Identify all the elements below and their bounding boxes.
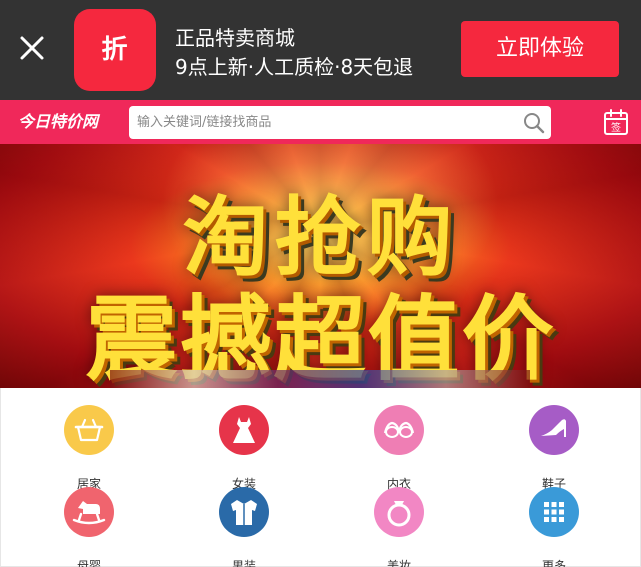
category-womens[interactable]: 女装 xyxy=(194,405,294,491)
high-heel-icon xyxy=(529,405,579,455)
category-grid: 居家 女装 内衣 鞋子 母婴 男装 美妆 更多 xyxy=(0,388,641,567)
site-logo[interactable]: 今日特价网 xyxy=(18,100,98,144)
close-icon xyxy=(20,36,44,60)
promo-products-strip xyxy=(110,370,530,388)
category-label: 男装 xyxy=(231,559,256,567)
app-description: 正品特卖商城 9点上新·人工质检·8天包退 xyxy=(175,24,413,82)
app-download-banner: 折800 正品特卖商城 9点上新·人工质检·8天包退 立即体验 xyxy=(0,0,641,147)
dress-icon xyxy=(219,405,269,455)
calendar-icon-label: 签 xyxy=(611,121,621,134)
basket-icon xyxy=(64,405,114,455)
site-header: 今日特价网 签 xyxy=(0,100,641,144)
category-beauty[interactable]: 美妆 xyxy=(349,487,449,567)
category-lingerie[interactable]: 内衣 xyxy=(349,405,449,491)
grid-more-icon xyxy=(529,487,579,537)
category-more[interactable]: 更多 xyxy=(504,487,604,567)
category-label: 更多 xyxy=(541,559,566,567)
app-tagline: 正品特卖商城 xyxy=(175,26,295,50)
promo-banner[interactable]: 淘抢购 震撼超值价 xyxy=(0,144,641,388)
calendar-icon[interactable]: 签 xyxy=(603,108,629,136)
category-shoes[interactable]: 鞋子 xyxy=(504,405,604,491)
app-logo: 折800 xyxy=(74,9,156,147)
search-box xyxy=(129,106,551,139)
category-label: 母婴 xyxy=(76,559,101,567)
search-input[interactable] xyxy=(137,106,517,139)
category-mother-baby[interactable]: 母婴 xyxy=(39,487,139,567)
rocking-horse-icon xyxy=(64,487,114,537)
search-icon[interactable] xyxy=(523,112,545,134)
category-home[interactable]: 居家 xyxy=(39,405,139,491)
category-mens[interactable]: 男装 xyxy=(194,487,294,567)
try-app-button[interactable]: 立即体验 xyxy=(461,21,619,77)
app-features: 9点上新·人工质检·8天包退 xyxy=(175,55,414,79)
bra-icon xyxy=(374,405,424,455)
ring-icon xyxy=(374,487,424,537)
promo-title: 淘抢购 xyxy=(182,188,459,288)
close-banner-button[interactable] xyxy=(14,28,50,68)
shirt-icon xyxy=(219,487,269,537)
category-label: 美妆 xyxy=(386,559,411,567)
